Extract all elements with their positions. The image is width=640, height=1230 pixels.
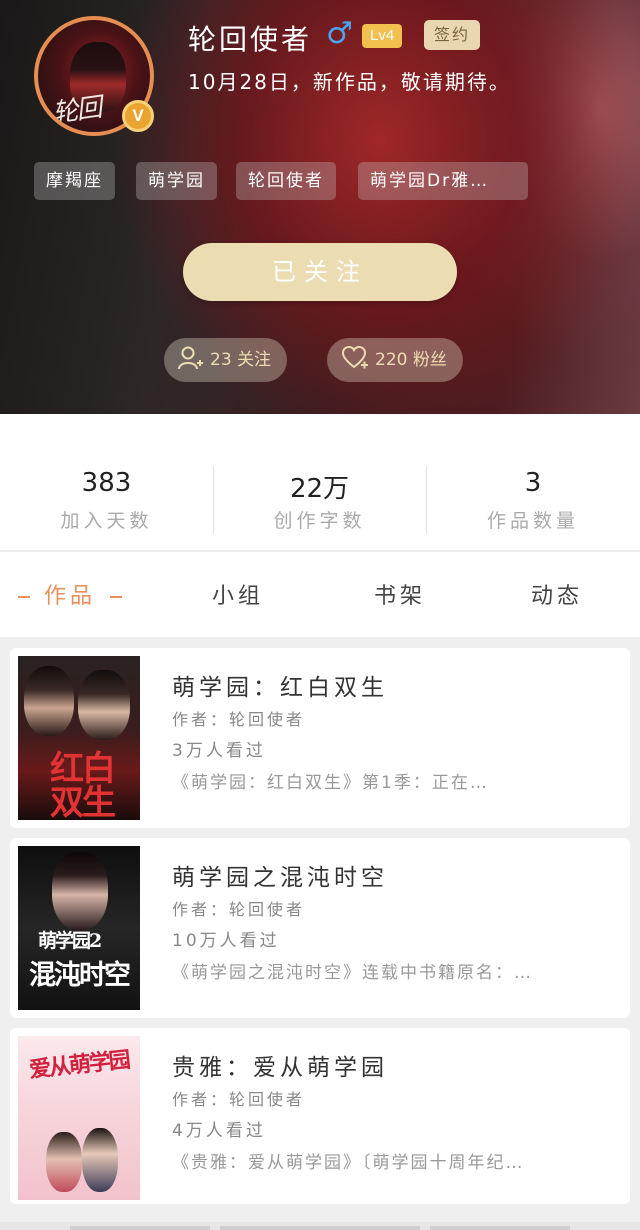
stat-label: 加入天数	[60, 510, 153, 532]
book-description: 《萌学园之混沌时空》连载中书籍原名：…	[172, 963, 533, 983]
stat-works-count: 3 作品数量	[426, 414, 640, 550]
indicator-segment	[220, 1226, 420, 1230]
book-cover: 红白双生	[18, 656, 140, 820]
stat-value: 22万	[289, 474, 350, 504]
cover-figure	[52, 852, 108, 930]
cover-title: 红白双生	[50, 749, 116, 820]
following-pill[interactable]: 23 关注	[164, 338, 288, 382]
tab-groups[interactable]: 小组	[212, 578, 264, 610]
tab-activity[interactable]: 动态	[531, 578, 583, 610]
indicator-segment	[430, 1226, 570, 1230]
book-card[interactable]: 萌学园2 混沌时空 萌学园之混沌时空 作者：轮回使者 10万人看过 《萌学园之混…	[10, 838, 630, 1018]
profile-header: 轮回 V 轮回使者 ♂ Lv4 签约 10月28日，新作品，敬请期待。 摩羯座 …	[0, 0, 640, 414]
stat-label: 创作字数	[273, 510, 366, 532]
book-description: 《萌学园：红白双生》第1季：正在…	[172, 773, 489, 793]
tag-group[interactable]: 萌学园Dr雅…	[358, 162, 528, 200]
book-card[interactable]: 爱从萌学园 贵雅：爱从萌学园 作者：轮回使者 4万人看过 《贵雅：爱从萌学园》〔…	[10, 1028, 630, 1204]
cover-title: 爱从萌学园	[27, 1046, 131, 1084]
heart-icon	[341, 345, 368, 369]
level-badge: Lv4	[362, 24, 403, 48]
cover-figure	[46, 1132, 82, 1192]
username: 轮回使者	[188, 23, 313, 56]
tab-indicator	[110, 596, 123, 598]
cover-figure	[78, 670, 130, 740]
cover-figure	[24, 666, 74, 736]
book-author: 作者：轮回使者	[172, 900, 306, 919]
book-author: 作者：轮回使者	[172, 1090, 306, 1109]
cover-title: 混沌时空	[29, 960, 131, 991]
fans-count: 220 粉丝	[375, 350, 447, 370]
book-author: 作者：轮回使者	[172, 710, 306, 729]
book-cover: 萌学园2 混沌时空	[18, 846, 140, 1010]
user-add-icon	[178, 346, 203, 370]
following-count: 23 关注	[210, 350, 272, 370]
book-card[interactable]: 红白双生 萌学园：红白双生 作者：轮回使者 3万人看过 《萌学园：红白双生》第1…	[10, 648, 630, 828]
tab-indicator	[18, 596, 30, 598]
stat-words-written: 22万 创作字数	[213, 414, 426, 550]
stat-days-joined: 383 加入天数	[0, 414, 213, 550]
signed-author-badge: 签约	[424, 20, 481, 50]
fans-pill[interactable]: 220 粉丝	[327, 338, 463, 382]
profile-motto: 10月28日，新作品，敬请期待。	[188, 70, 511, 94]
book-title: 贵雅：爱从萌学园	[172, 1055, 388, 1081]
book-title: 萌学园之混沌时空	[172, 865, 388, 891]
male-gender-icon: ♂	[326, 16, 353, 51]
book-title: 萌学园：红白双生	[172, 675, 388, 701]
book-description: 《贵雅：爱从萌学园》〔萌学园十周年纪…	[172, 1153, 525, 1173]
follow-button[interactable]: 已关注	[183, 243, 457, 301]
tag-username[interactable]: 轮回使者	[236, 162, 336, 200]
tag-mengxueyuan[interactable]: 萌学园	[136, 162, 217, 200]
book-views: 10万人看过	[172, 931, 280, 951]
book-views: 4万人看过	[172, 1121, 266, 1141]
tab-bar: 作品 小组 书架 动态	[0, 551, 640, 637]
stat-label: 作品数量	[486, 510, 579, 532]
tag-zodiac[interactable]: 摩羯座	[34, 162, 115, 200]
avatar-signature: 轮回	[50, 92, 103, 130]
cover-figure	[82, 1128, 118, 1192]
stat-value: 3	[524, 468, 542, 498]
verified-badge-icon: V	[122, 100, 154, 132]
bottom-scroll-indicator	[0, 1222, 640, 1230]
book-cover: 爱从萌学园	[18, 1036, 140, 1200]
tab-works[interactable]: 作品	[4, 578, 136, 610]
tab-bookshelf[interactable]: 书架	[374, 578, 426, 610]
indicator-segment	[70, 1226, 210, 1230]
tab-label: 作品	[44, 584, 97, 609]
stat-value: 383	[81, 468, 132, 498]
stats-panel: 383 加入天数 22万 创作字数 3 作品数量	[0, 414, 640, 550]
cover-subtitle: 萌学园2	[38, 930, 102, 952]
book-views: 3万人看过	[172, 741, 266, 761]
